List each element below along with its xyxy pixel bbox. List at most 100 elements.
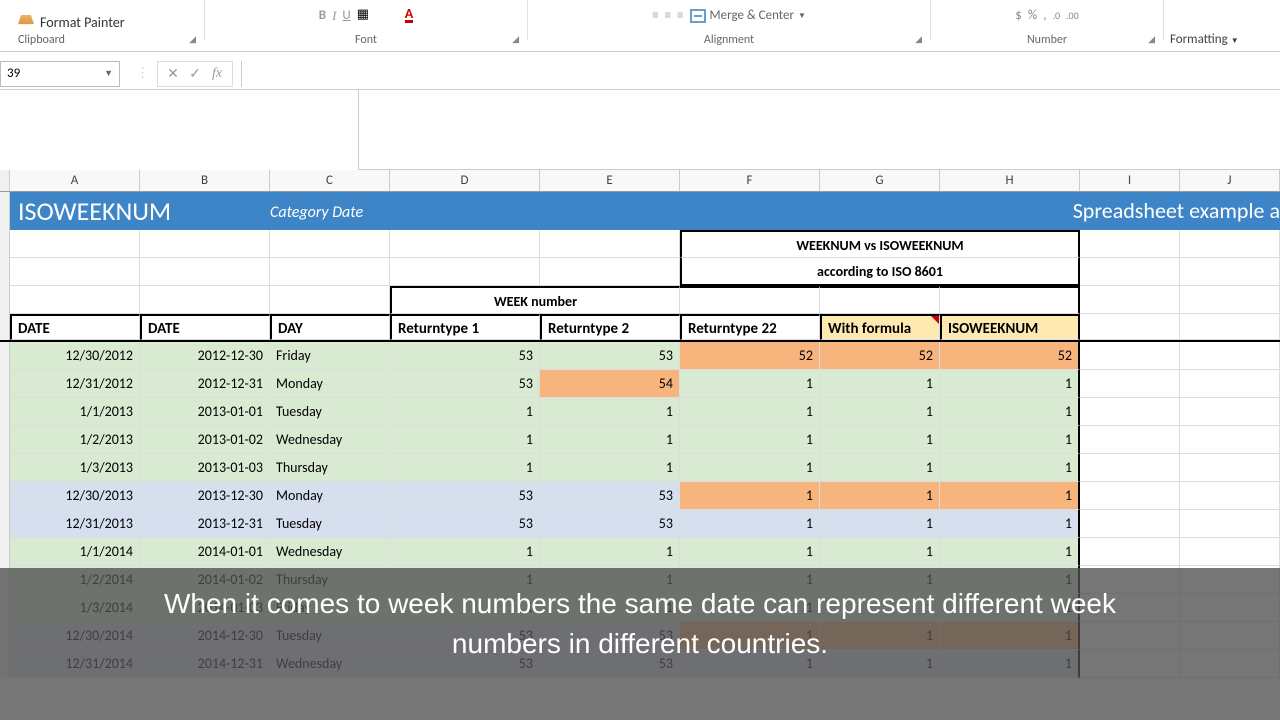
format-painter-button[interactable]: Format Painter — [18, 14, 125, 31]
merge-center-button[interactable]: Merge & Center ▼ — [690, 8, 806, 23]
cell[interactable]: 1 — [820, 510, 940, 538]
cell[interactable]: 53 — [540, 510, 680, 538]
col-header[interactable]: F — [680, 170, 820, 191]
increase-decimal-button[interactable]: .0 — [1052, 9, 1060, 22]
cell[interactable] — [1080, 342, 1180, 370]
formula-input[interactable] — [241, 61, 1280, 87]
cell[interactable]: 1 — [820, 398, 940, 426]
cell[interactable]: Wednesday — [270, 426, 390, 454]
cell[interactable]: 1 — [940, 538, 1080, 566]
cell[interactable]: 1 — [820, 454, 940, 482]
col-header[interactable]: D — [390, 170, 540, 191]
cell[interactable] — [1080, 510, 1180, 538]
cell[interactable]: 53 — [540, 482, 680, 510]
formula-expand-area[interactable] — [358, 90, 1280, 170]
fx-button[interactable]: fx — [208, 66, 226, 82]
col-header[interactable]: E — [540, 170, 680, 191]
cell[interactable]: 1 — [540, 538, 680, 566]
cell[interactable]: 2013-01-02 — [140, 426, 270, 454]
cell[interactable] — [1080, 398, 1180, 426]
cell[interactable]: 1/3/2013 — [10, 454, 140, 482]
cell[interactable]: 1 — [390, 426, 540, 454]
cell[interactable]: Wednesday — [270, 538, 390, 566]
cell[interactable]: Friday — [270, 342, 390, 370]
cell[interactable]: 1 — [680, 538, 820, 566]
cell[interactable] — [1080, 482, 1180, 510]
cell[interactable]: 52 — [820, 342, 940, 370]
col-header[interactable]: C — [270, 170, 390, 191]
col-header[interactable]: J — [1180, 170, 1280, 191]
fill-color-button[interactable] — [381, 10, 399, 22]
cell[interactable]: 1 — [540, 454, 680, 482]
cell[interactable]: Monday — [270, 482, 390, 510]
cell[interactable] — [1180, 342, 1280, 370]
font-dialog-launcher[interactable]: ◢ — [504, 34, 521, 47]
cancel-formula-button[interactable]: ✕ — [164, 65, 182, 82]
cell[interactable] — [1180, 510, 1280, 538]
cell[interactable]: 52 — [680, 342, 820, 370]
align-left-button[interactable]: ≡ — [652, 8, 658, 23]
align-center-button[interactable]: ≡ — [665, 8, 671, 23]
cell[interactable] — [1180, 370, 1280, 398]
cell[interactable]: 1 — [540, 426, 680, 454]
cell[interactable]: 1 — [820, 538, 940, 566]
border-button[interactable]: ▦ — [357, 7, 375, 25]
font-color-button[interactable]: A — [405, 8, 413, 23]
col-header[interactable]: A — [10, 170, 140, 191]
cell[interactable]: 53 — [540, 342, 680, 370]
cell[interactable]: 1 — [940, 482, 1080, 510]
cell[interactable] — [1080, 370, 1180, 398]
cell[interactable]: Monday — [270, 370, 390, 398]
accept-formula-button[interactable]: ✓ — [186, 65, 204, 82]
cell[interactable]: 1 — [680, 482, 820, 510]
cell[interactable]: 1 — [390, 454, 540, 482]
cell[interactable]: 52 — [940, 342, 1080, 370]
cell[interactable]: 54 — [540, 370, 680, 398]
cell[interactable]: 2013-12-31 — [140, 510, 270, 538]
cell[interactable]: 1 — [940, 398, 1080, 426]
cell[interactable]: Tuesday — [270, 398, 390, 426]
cell[interactable]: 1 — [680, 370, 820, 398]
percent-button[interactable]: % — [1028, 8, 1037, 23]
cell[interactable]: 1 — [390, 398, 540, 426]
cell[interactable]: 1/1/2014 — [10, 538, 140, 566]
underline-button[interactable]: U — [342, 8, 350, 23]
cell[interactable]: 1 — [680, 510, 820, 538]
cell[interactable]: 1 — [940, 370, 1080, 398]
cell[interactable]: 53 — [390, 482, 540, 510]
comma-button[interactable]: , — [1043, 8, 1046, 23]
col-header[interactable]: G — [820, 170, 940, 191]
cell[interactable]: 1 — [680, 454, 820, 482]
cell[interactable]: 2013-01-03 — [140, 454, 270, 482]
cell[interactable] — [1180, 454, 1280, 482]
currency-button[interactable]: $ — [1015, 8, 1022, 23]
align-right-button[interactable]: ≡ — [677, 8, 683, 23]
clipboard-dialog-launcher[interactable]: ◢ — [181, 34, 198, 47]
cell[interactable]: 1 — [540, 398, 680, 426]
cell[interactable]: 1 — [940, 426, 1080, 454]
cell[interactable] — [1180, 482, 1280, 510]
cell[interactable] — [1180, 398, 1280, 426]
cell[interactable]: Tuesday — [270, 510, 390, 538]
cell[interactable] — [1180, 426, 1280, 454]
cell[interactable]: 1 — [820, 482, 940, 510]
cell[interactable]: 1 — [390, 538, 540, 566]
conditional-formatting-button[interactable]: Formatting ▼ — [1170, 32, 1239, 47]
cell[interactable]: 1/2/2013 — [10, 426, 140, 454]
cell[interactable]: 12/30/2012 — [10, 342, 140, 370]
cell[interactable] — [1180, 538, 1280, 566]
cell[interactable]: 12/30/2013 — [10, 482, 140, 510]
cell[interactable]: 53 — [390, 510, 540, 538]
cell[interactable]: 12/31/2012 — [10, 370, 140, 398]
decrease-decimal-button[interactable]: .00 — [1066, 9, 1079, 22]
cell[interactable]: 53 — [390, 342, 540, 370]
cell[interactable]: 1 — [820, 426, 940, 454]
cell[interactable]: 1/1/2013 — [10, 398, 140, 426]
cell[interactable]: 2012-12-31 — [140, 370, 270, 398]
cell[interactable]: 1 — [940, 510, 1080, 538]
col-header[interactable]: H — [940, 170, 1080, 191]
cell[interactable]: 1 — [680, 398, 820, 426]
name-box[interactable]: 39 ▼ — [0, 61, 120, 87]
cell[interactable]: 1 — [680, 426, 820, 454]
number-dialog-launcher[interactable]: ◢ — [1140, 34, 1157, 47]
